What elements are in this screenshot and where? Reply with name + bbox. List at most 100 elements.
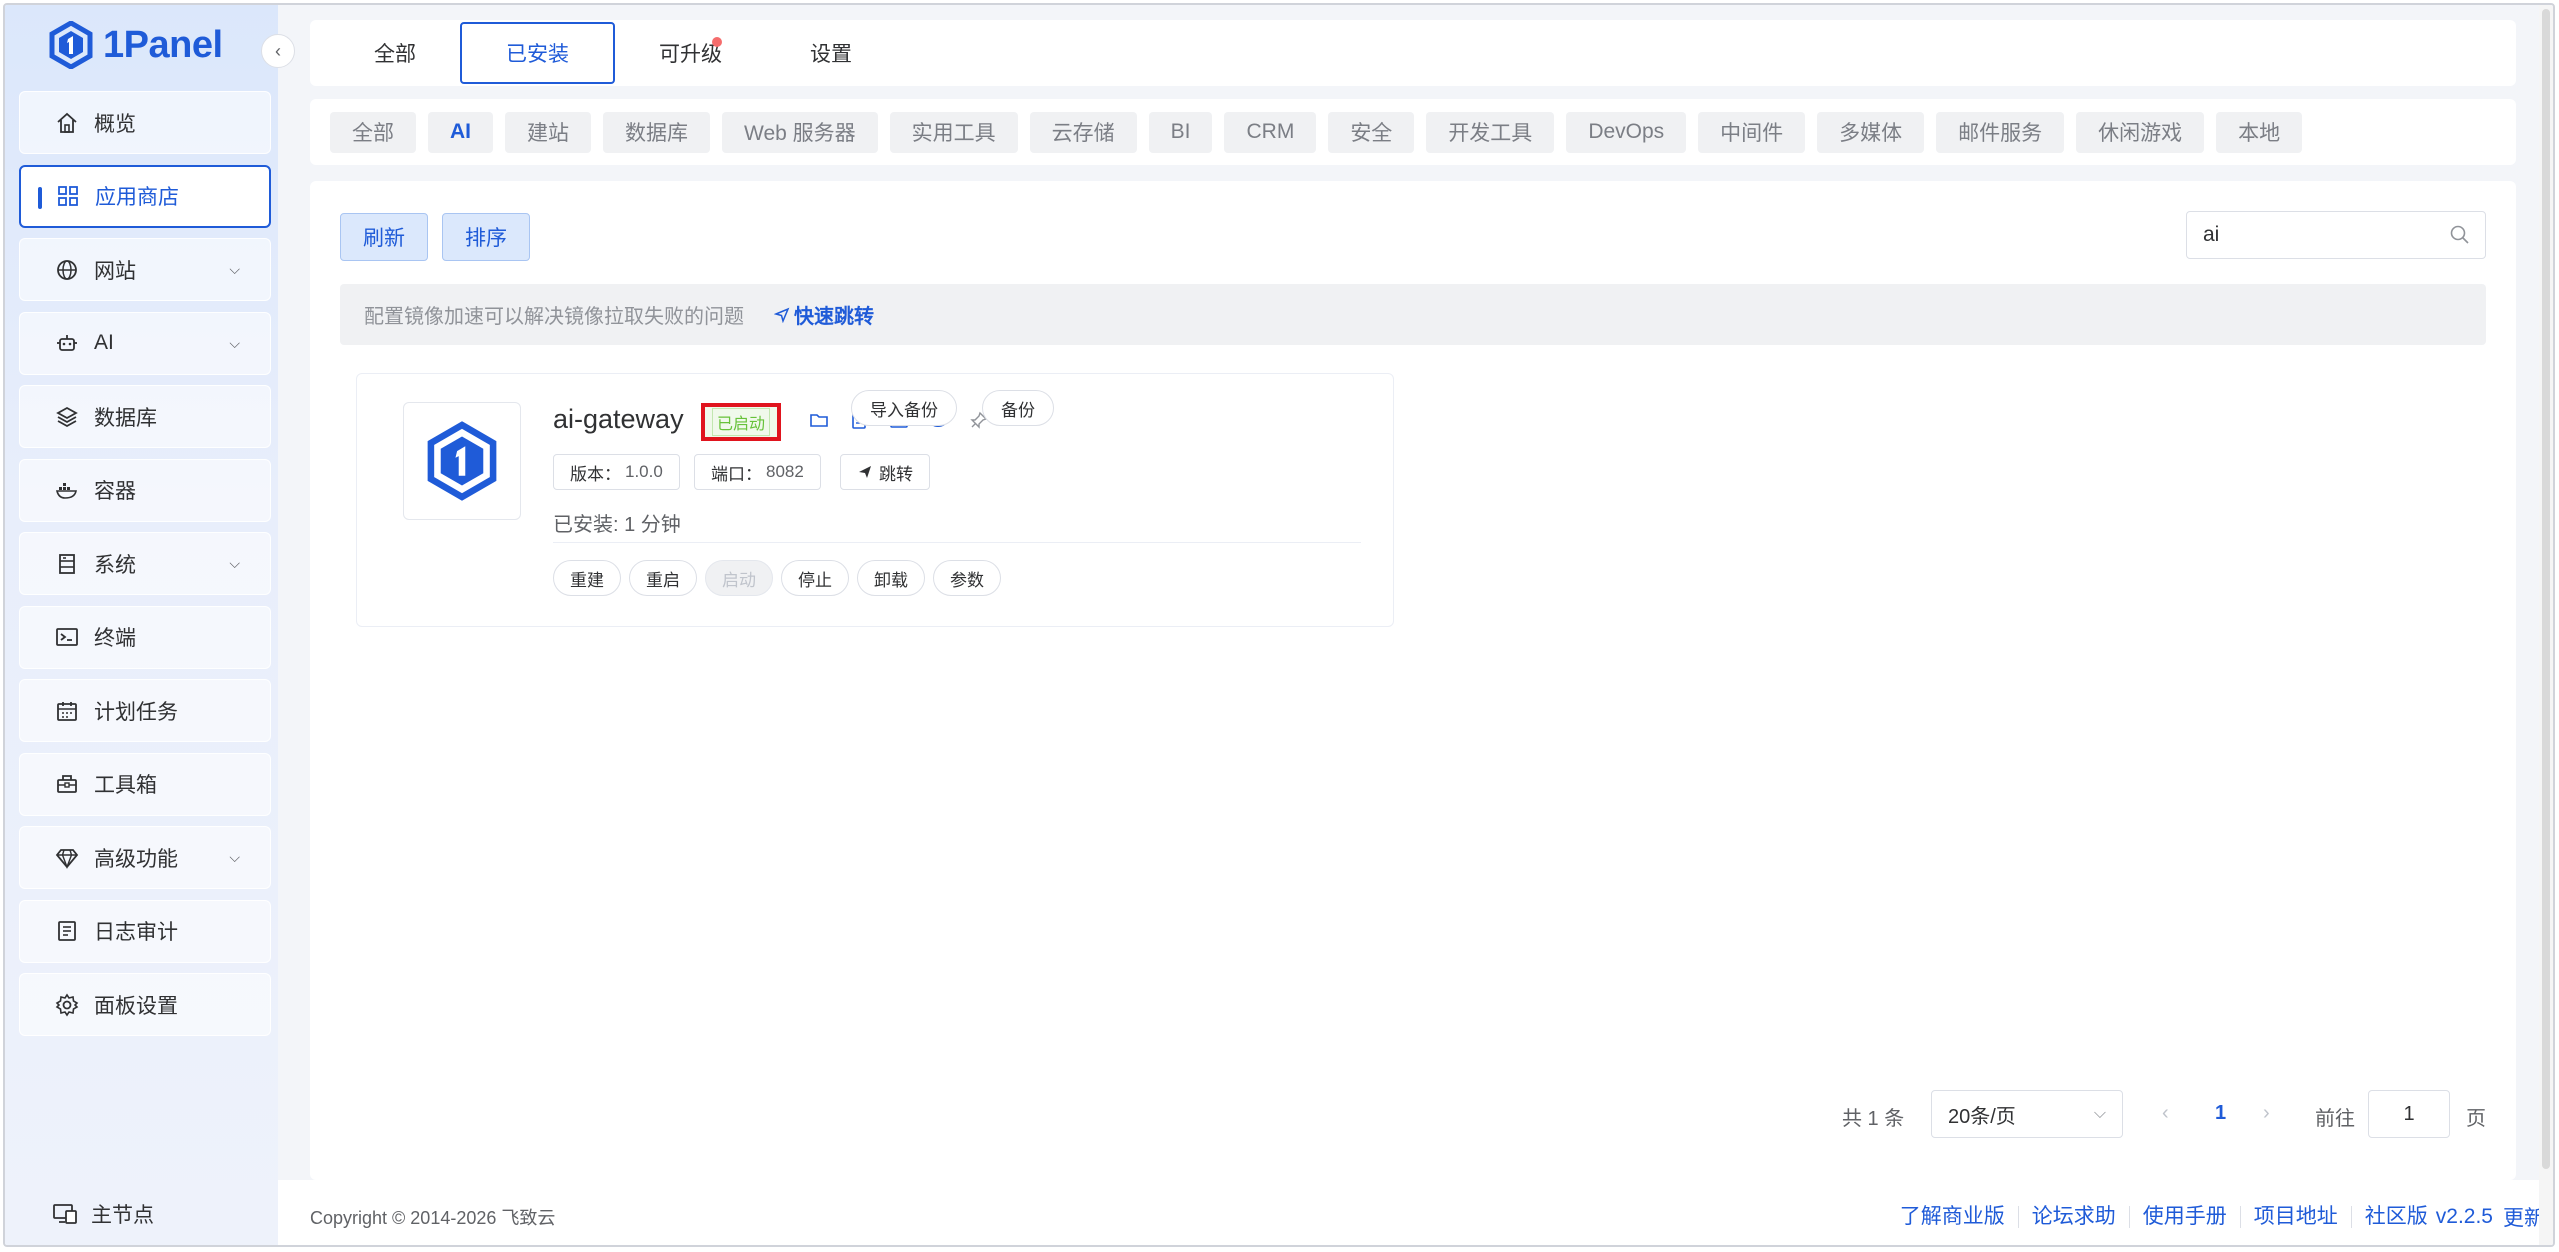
sidebar-nav: 概览 应用商店 网站 ⌵ AI ⌵ 数据库 容器 系统 ⌵ 终端 计划任务 工具箱 高级功能 ⌵ 日志审计 面板… [19, 91, 271, 1047]
tab-label: 设置 [810, 43, 852, 66]
version-value: 1.0.0 [625, 462, 663, 481]
footer-link-3[interactable]: 项目地址 [2241, 1206, 2352, 1228]
next-page-button[interactable]: › [2263, 1102, 2270, 1125]
category-1[interactable]: AI [428, 111, 493, 153]
sidebar-item-8[interactable]: 计划任务 [19, 679, 271, 742]
category-11[interactable]: DevOps [1566, 111, 1687, 153]
diamond-icon [54, 845, 80, 871]
tab-2[interactable]: 可升级 [615, 22, 766, 84]
category-8[interactable]: CRM [1224, 111, 1317, 153]
sidebar-item-5[interactable]: 容器 [19, 458, 271, 522]
footer-link-2[interactable]: 使用手册 [2130, 1206, 2241, 1228]
jump-label: 跳转 [879, 464, 913, 484]
sidebar-item-label: 日志审计 [94, 921, 178, 944]
folder-icon[interactable] [809, 410, 829, 430]
robot-icon [54, 330, 80, 356]
app-action-button-1[interactable]: 重启 [629, 560, 697, 596]
quick-jump-link[interactable]: 快速跳转 [774, 300, 874, 329]
tab-label: 全部 [374, 43, 416, 66]
backup-button[interactable]: 备份 [982, 390, 1054, 426]
sidebar-item-9[interactable]: 工具箱 [19, 752, 271, 816]
card-divider [553, 542, 1361, 543]
page-number-current[interactable]: 1 [2215, 1102, 2226, 1125]
page-size-value: 20条/页 [1948, 1105, 2016, 1128]
app-action-button-3[interactable]: 停止 [781, 560, 849, 596]
sidebar-item-1[interactable]: 应用商店 [19, 164, 271, 228]
goto-page-input[interactable]: 1 [2368, 1090, 2450, 1138]
sidebar-item-0[interactable]: 概览 [19, 91, 271, 154]
sidebar-item-2[interactable]: 网站 ⌵ [19, 238, 271, 301]
pagination: 共 1 条 20条/页 ⌵ ‹ 1 › 前往 1 页 [310, 1090, 2516, 1138]
footer-link-1[interactable]: 论坛求助 [2019, 1206, 2130, 1228]
chevron-down-icon: ⌵ [229, 334, 240, 351]
apps-grid-icon [55, 183, 81, 209]
globe-icon [54, 257, 80, 283]
category-13[interactable]: 多媒体 [1817, 111, 1925, 153]
collapse-sidebar-button[interactable]: ‹ [261, 34, 295, 68]
notice-text: 配置镜像加速可以解决镜像拉取失败的问题 [364, 306, 744, 328]
sidebar-item-11[interactable]: 日志审计 [19, 899, 271, 963]
category-14[interactable]: 邮件服务 [1936, 111, 2065, 153]
sidebar-item-label: 概览 [94, 112, 136, 136]
sidebar-item-3[interactable]: AI ⌵ [19, 311, 271, 375]
upgrade-dot-badge [712, 37, 722, 47]
sidebar-item-10[interactable]: 高级功能 ⌵ [19, 826, 271, 889]
sidebar-item-7[interactable]: 终端 [19, 605, 271, 669]
app-action-button-5[interactable]: 参数 [933, 560, 1001, 596]
search-input[interactable]: ai [2186, 211, 2486, 259]
scrollbar-thumb[interactable] [2542, 9, 2550, 1169]
app-action-button-2: 启动 [705, 560, 773, 596]
app-action-button-4[interactable]: 卸载 [857, 560, 925, 596]
tab-1[interactable]: 已安装 [460, 22, 615, 84]
category-15[interactable]: 休闲游戏 [2076, 111, 2205, 153]
category-12[interactable]: 中间件 [1698, 111, 1806, 153]
brand-logo[interactable]: 1Panel [49, 19, 223, 71]
sidebar-item-label: 工具箱 [94, 774, 157, 797]
copyright: Copyright © 2014-2026 飞致云 [310, 1208, 556, 1228]
page-suffix: 页 [2466, 1108, 2486, 1130]
log-icon [54, 918, 80, 944]
category-9[interactable]: 安全 [1328, 111, 1415, 153]
category-5[interactable]: 实用工具 [889, 111, 1018, 153]
refresh-button[interactable]: 刷新 [340, 213, 428, 261]
tab-0[interactable]: 全部 [330, 22, 460, 84]
master-node-selector[interactable]: 主节点 [53, 1199, 154, 1229]
sidebar-item-4[interactable]: 数据库 [19, 385, 271, 448]
sidebar: 1Panel ‹ 概览应用商店网站 ⌵ AI ⌵ 数据库容器系统 ⌵ 终端计划任务工具箱高级… [5, 5, 295, 1245]
port-value: 8082 [766, 462, 804, 481]
page-scrollbar[interactable] [2539, 5, 2553, 1245]
port-tag: 端口： 8082 [694, 454, 821, 490]
sort-button[interactable]: 排序 [442, 213, 530, 261]
status-text: 已启动 [711, 408, 770, 436]
search-icon[interactable] [2449, 224, 2471, 246]
sidebar-item-6[interactable]: 系统 ⌵ [19, 532, 271, 595]
app-logo[interactable] [403, 402, 521, 520]
sidebar-item-label: 容器 [94, 480, 136, 503]
navigation-arrow-icon [774, 307, 790, 323]
category-2[interactable]: 建站 [505, 111, 591, 153]
installed-time: 已安装: 1 分钟 [553, 514, 681, 536]
sidebar-item-label: 应用商店 [95, 186, 179, 209]
brand-name: 1Panel [103, 23, 223, 66]
tab-3[interactable]: 设置 [766, 22, 896, 84]
category-3[interactable]: 数据库 [603, 111, 710, 153]
jump-tag-button[interactable]: 跳转 [840, 454, 930, 490]
import-backup-button[interactable]: 导入备份 [851, 390, 957, 426]
app-window: 1Panel ‹ 概览 应用商店 网站 ⌵ AI ⌵ 数据库 容器 系统 ⌵ 终端 计划任务 工具箱 高级… [3, 3, 2555, 1247]
category-6[interactable]: 云存储 [1029, 111, 1137, 153]
sidebar-item-12[interactable]: 面板设置 [19, 973, 271, 1036]
category-10[interactable]: 开发工具 [1426, 111, 1555, 153]
footer-link-0[interactable]: 了解商业版 [1887, 1206, 2019, 1228]
page-size-select[interactable]: 20条/页 ⌵ [1931, 1090, 2123, 1138]
status-badge: 已启动 [701, 403, 781, 441]
prev-page-button[interactable]: ‹ [2162, 1102, 2169, 1125]
category-16[interactable]: 本地 [2216, 111, 2303, 153]
category-4[interactable]: Web 服务器 [722, 111, 878, 153]
footer-link-4[interactable]: 社区版 [2352, 1206, 2436, 1228]
category-0[interactable]: 全部 [330, 111, 416, 153]
sidebar-item-label: 高级功能 [94, 847, 178, 871]
app-action-button-0[interactable]: 重建 [553, 560, 621, 596]
main-panel: 刷新 排序 ai 配置镜像加速可以解决镜像拉取失败的问题 快速跳转 ai-gat… [310, 181, 2516, 1180]
category-7[interactable]: BI [1148, 111, 1213, 153]
goto-label: 前往 [2315, 1108, 2355, 1130]
